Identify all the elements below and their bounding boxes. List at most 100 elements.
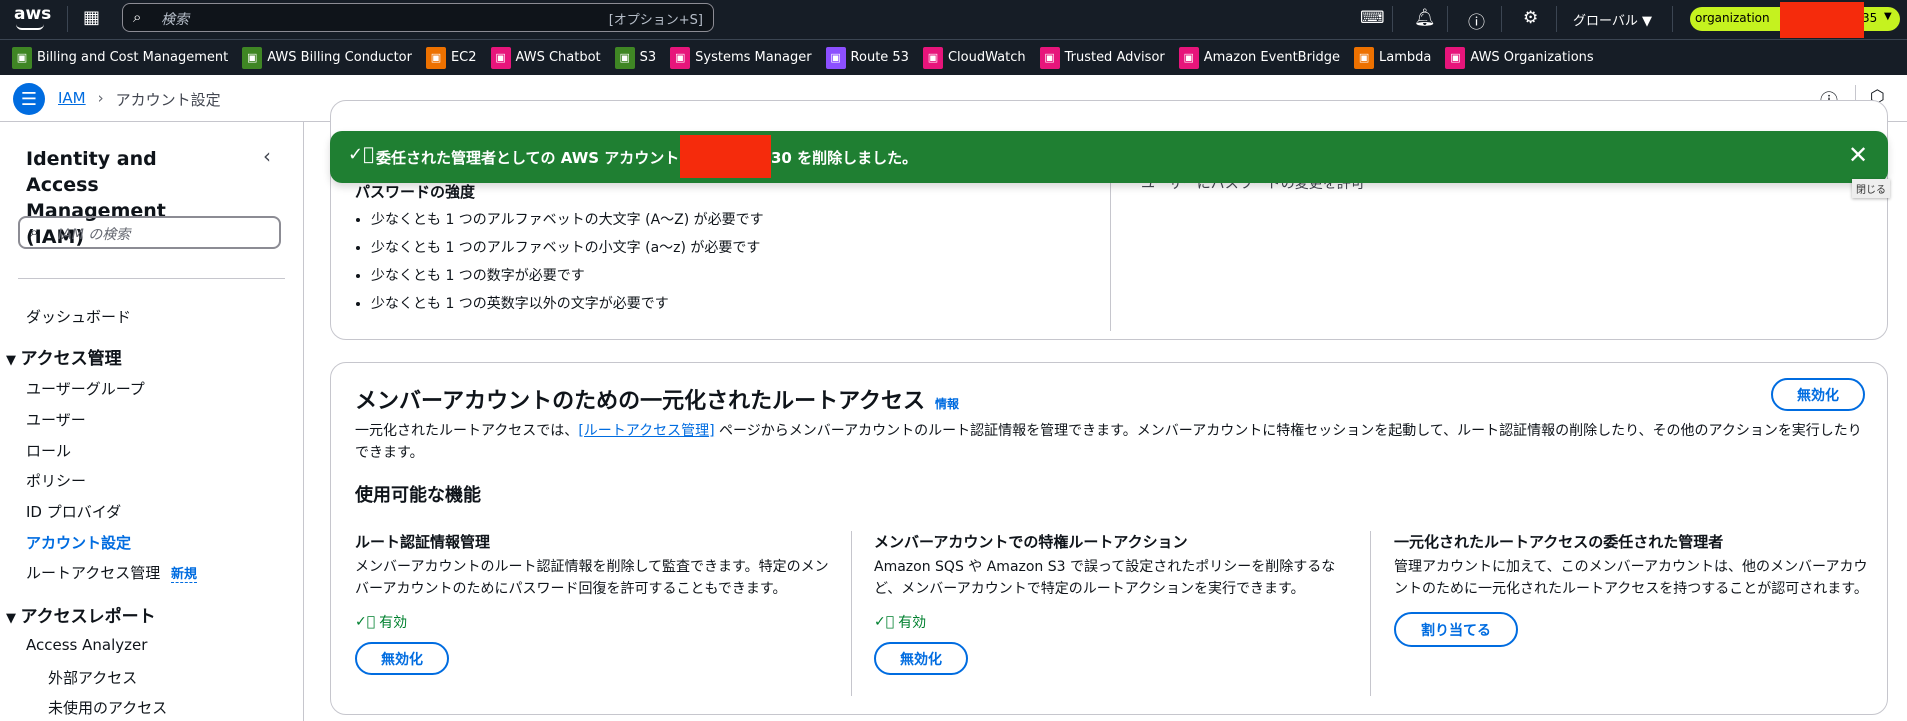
bookmark-lambda[interactable]: ▣ Lambda — [1354, 46, 1432, 69]
breadcrumb: IAM › アカウント設定 — [58, 89, 221, 110]
list-item: 少なくとも 1 つのアルファベットの小文字 (a〜z) が必要です — [371, 237, 764, 257]
bookmark-aws-chatbot[interactable]: ▣ AWS Chatbot — [490, 46, 601, 69]
feature-privileged-root-actions: メンバーアカウントでの特権ルートアクション Amazon SQS や Amazo… — [874, 531, 1348, 675]
service-icon: ▣ — [1039, 46, 1060, 69]
divider — [851, 531, 852, 696]
sidebar-item-identity-providers[interactable]: ID プロバイダ — [26, 501, 121, 522]
sidebar-item-roles[interactable]: ロール — [26, 440, 71, 461]
gear-icon[interactable]: ⚙ — [1523, 8, 1538, 28]
bookmark-trusted-advisor[interactable]: ▣ Trusted Advisor — [1039, 46, 1165, 69]
sidebar-item-root-access-management[interactable]: ルートアクセス管理 新規 — [26, 562, 198, 583]
bookmark-label: Amazon EventBridge — [1203, 50, 1341, 65]
bookmark-label: Billing and Cost Management — [37, 50, 229, 65]
feature-description: メンバーアカウントのルート認証情報を削除して監査できます。特定のメンバーアカウン… — [355, 559, 829, 597]
sidebar-item-users[interactable]: ユーザー — [26, 409, 86, 430]
card-title: メンバーアカウントのための一元化されたルートアクセス — [355, 389, 926, 414]
disable-privileged-actions-button[interactable]: 無効化 — [874, 642, 968, 675]
bookmark-label: Route 53 — [850, 50, 909, 65]
bookmark-cloudwatch[interactable]: ▣ CloudWatch — [922, 46, 1026, 69]
sidebar-search-input[interactable]: ⌕ IAM の検索 — [18, 216, 281, 249]
sidebar-item-policies[interactable]: ポリシー — [26, 470, 86, 491]
breadcrumb-iam-link[interactable]: IAM — [58, 89, 86, 110]
sidebar-item-external-access[interactable]: 外部アクセス — [48, 667, 137, 688]
bookmark-billing-and-cost-management[interactable]: ▣ Billing and Cost Management — [12, 46, 229, 69]
password-strength-heading: パスワードの強度 — [355, 183, 476, 201]
help-icon[interactable]: ⓘ — [1468, 8, 1485, 33]
divider — [1392, 6, 1393, 32]
card-header: メンバーアカウントのための一元化されたルートアクセス 情報 — [355, 383, 959, 415]
aws-logo[interactable]: aws — [14, 5, 51, 23]
bookmark-route-53[interactable]: ▣ Route 53 — [825, 46, 909, 69]
service-icon: ▣ — [670, 46, 691, 69]
check-circle-icon: ✓⃝ — [348, 144, 374, 165]
bookmark-label: AWS Chatbot — [515, 50, 601, 65]
redaction-box — [680, 135, 771, 178]
service-icon: ▣ — [614, 46, 635, 69]
bookmark-label: Lambda — [1379, 50, 1432, 65]
sidebar-item-user-groups[interactable]: ユーザーグループ — [26, 378, 145, 399]
sidebar-search-placeholder: IAM の検索 — [58, 227, 131, 243]
feature-title: 一元化されたルートアクセスの委任された管理者 — [1394, 533, 1724, 551]
password-rules-list: 少なくとも 1 つのアルファベットの大文字 (A〜Z) が必要です 少なくとも … — [355, 201, 764, 313]
chevron-right-icon: › — [97, 89, 104, 107]
divider — [1370, 531, 1371, 696]
service-icon: ▣ — [922, 46, 943, 69]
side-navigation: Identity and Access Management (IAM) ‹ ⌕… — [0, 122, 304, 721]
section-label: アクセス管理 — [20, 349, 122, 369]
close-icon[interactable]: ✕ — [1848, 141, 1868, 169]
service-icon: ▣ — [1178, 46, 1199, 69]
bookmark-ec2[interactable]: ▣ EC2 — [425, 46, 477, 69]
feature-description: Amazon SQS や Amazon S3 で誤って設定されたポリシーを削除す… — [874, 559, 1336, 597]
list-item: 少なくとも 1 つのアルファベットの大文字 (A〜Z) が必要です — [371, 209, 764, 229]
sidebar-item-account-settings[interactable]: アカウント設定 — [26, 532, 131, 553]
bookmark-label: Systems Manager — [695, 50, 812, 65]
bookmark-aws-organizations[interactable]: ▣ AWS Organizations — [1445, 46, 1594, 69]
services-grid-icon[interactable]: ▦ — [83, 7, 100, 28]
service-icon: ▣ — [12, 46, 32, 69]
search-icon: ⌕ — [133, 8, 142, 26]
bookmark-label: AWS Billing Conductor — [267, 50, 412, 65]
account-label: organization — [1695, 11, 1770, 25]
root-access-management-link[interactable]: [ルートアクセス管理] — [578, 423, 714, 439]
card-description: 一元化されたルートアクセスでは、[ルートアクセス管理] ページからメンバーアカウ… — [355, 420, 1865, 464]
bell-icon[interactable]: 🔔︎ — [1414, 8, 1436, 28]
aws-logo-smile-icon — [16, 24, 44, 30]
account-id-suffix: 35 — [1862, 11, 1878, 25]
feature-title: ルート認証情報管理 — [355, 533, 491, 551]
feature-delegated-admin: 一元化されたルートアクセスの委任された管理者 管理アカウントに加えて、このメンバ… — [1394, 531, 1868, 647]
bookmark-label: Trusted Advisor — [1064, 50, 1165, 65]
desc-text: 一元化されたルートアクセスでは、 — [355, 423, 579, 439]
sidebar-item-unused-access[interactable]: 未使用のアクセス — [48, 697, 167, 718]
status-label: 有効 — [898, 615, 927, 631]
sidebar-item-dashboard[interactable]: ダッシュボード — [26, 306, 131, 327]
service-icon: ▣ — [1445, 46, 1466, 69]
info-link[interactable]: 情報 — [935, 395, 959, 412]
caret-down-icon: ▼ — [1884, 11, 1892, 22]
close-tooltip: 閉じる — [1852, 179, 1890, 198]
cloudshell-icon[interactable]: ⌨ — [1360, 8, 1385, 28]
feature-description: 管理アカウントに加えて、このメンバーアカウントは、他のメンバーアカウントのために… — [1394, 559, 1868, 597]
top-nav-bar: aws ▦ ⌕ 検索 [オプション+S] ⌨ 🔔︎ ⓘ ⚙ グローバル ▼ or… — [0, 0, 1907, 39]
sidebar-section-access-reports[interactable]: ▼ アクセスレポート — [6, 602, 156, 627]
success-flash-banner: ✓⃝ 委任された管理者としての AWS アカウント 30 を削除しました。 ✕ — [330, 131, 1888, 183]
bookmark-label: AWS Organizations — [1470, 50, 1594, 65]
disable-root-credentials-button[interactable]: 無効化 — [355, 642, 449, 675]
bookmark-s3[interactable]: ▣ S3 — [614, 46, 656, 69]
assign-delegated-admin-button[interactable]: 割り当てる — [1394, 612, 1518, 647]
sidebar-section-access-management[interactable]: ▼ アクセス管理 — [6, 344, 122, 369]
bookmark-aws-billing-conductor[interactable]: ▣ AWS Billing Conductor — [242, 46, 412, 69]
favorites-bar: ▣ Billing and Cost Management ▣ AWS Billing… — [0, 39, 1907, 75]
service-icon: ▣ — [242, 46, 263, 69]
menu-icon[interactable]: ☰ — [13, 83, 45, 115]
search-input[interactable]: ⌕ 検索 [オプション+S] — [122, 3, 714, 32]
section-label: アクセスレポート — [20, 607, 156, 627]
disable-root-access-button[interactable]: 無効化 — [1771, 378, 1865, 411]
feature-title: メンバーアカウントでの特権ルートアクション — [874, 533, 1188, 551]
status-label: 有効 — [379, 615, 408, 631]
bookmark-label: EC2 — [450, 50, 477, 65]
sidebar-item-access-analyzer[interactable]: Access Analyzer — [26, 636, 147, 654]
bookmark-systems-manager[interactable]: ▣ Systems Manager — [670, 46, 812, 69]
bookmark-amazon-eventbridge[interactable]: ▣ Amazon EventBridge — [1178, 46, 1341, 69]
collapse-chevron-icon[interactable]: ‹ — [263, 144, 271, 168]
region-selector[interactable]: グローバル ▼ — [1573, 10, 1652, 29]
